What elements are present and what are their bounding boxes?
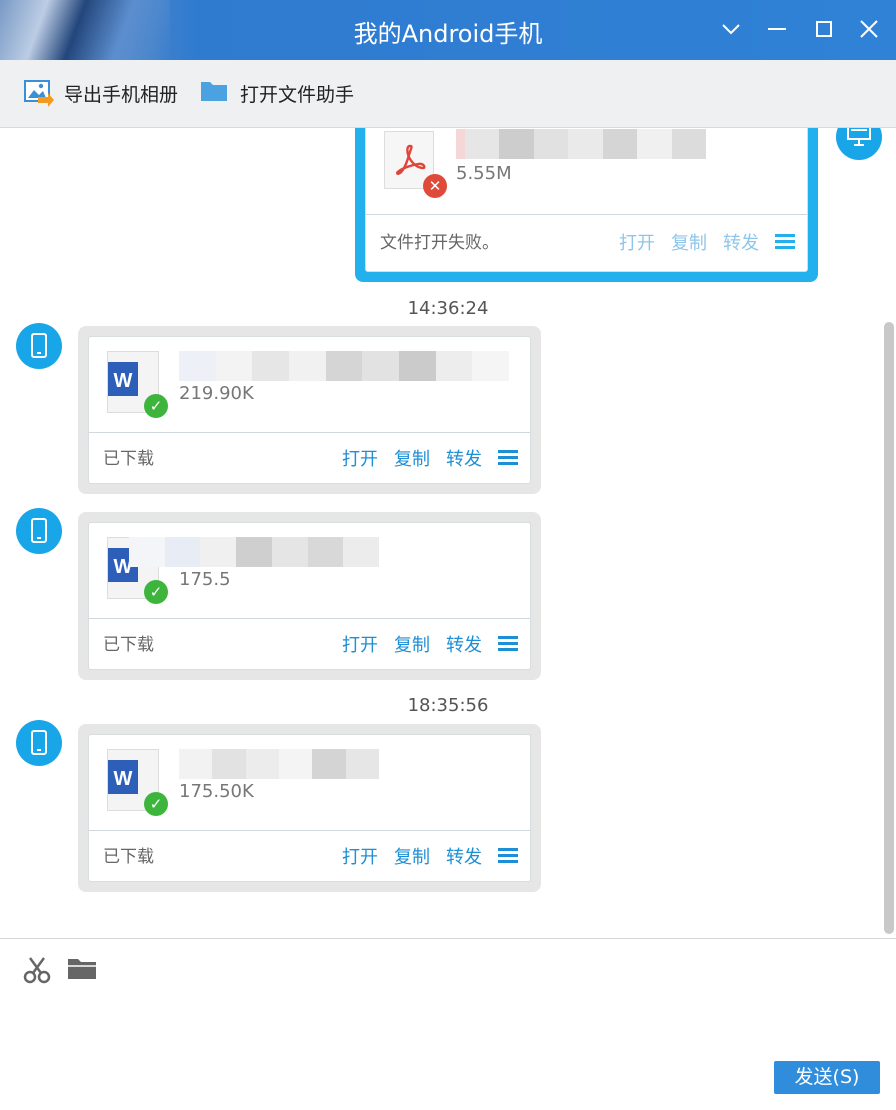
- copy-link[interactable]: 复制: [394, 445, 430, 471]
- copy-link[interactable]: 复制: [671, 229, 707, 255]
- message-timestamp: 14:36:24: [407, 298, 489, 319]
- file-size: 5.55M: [456, 163, 512, 184]
- copy-link[interactable]: 复制: [394, 843, 430, 869]
- file-status: 已下载: [103, 449, 154, 469]
- downloaded-check-icon: ✓: [144, 792, 168, 816]
- file-card[interactable]: W ✓ 175.5 已下载 打开 复制 转发: [88, 522, 531, 670]
- chat-area[interactable]: ✕ 5.55M 文件打开失败。 打开 复制 转发 14:36:24 W ✓ 21…: [0, 128, 896, 938]
- title-bar: 我的Android手机: [0, 0, 896, 60]
- filename-redacted: [179, 749, 379, 779]
- filename-redacted: [179, 351, 510, 381]
- file-size: 175.5: [179, 569, 231, 590]
- file-status: 文件打开失败。: [380, 233, 499, 253]
- svg-text:W: W: [114, 370, 133, 392]
- message-timestamp: 18:35:56: [407, 695, 489, 716]
- open-link[interactable]: 打开: [342, 445, 378, 471]
- message-bubble: W ✓ 175.50K 已下载 打开 复制 转发: [78, 724, 541, 892]
- message-bubble: W ✓ 219.90K 已下载 打开 复制 转发: [78, 326, 541, 494]
- app-window: 我的Android手机 导出手机相册 打开文件助手 ✕ 5.55M 文件打开失败…: [0, 0, 896, 1110]
- downloaded-check-icon: ✓: [144, 580, 168, 604]
- toolbar: 导出手机相册 打开文件助手: [0, 60, 896, 128]
- filename-redacted: [129, 537, 380, 567]
- message-input-area[interactable]: 发送(S): [0, 938, 896, 1110]
- open-link[interactable]: 打开: [342, 631, 378, 657]
- open-file-helper-label: 打开文件助手: [240, 83, 355, 106]
- phone-avatar: [16, 323, 62, 369]
- menu-icon[interactable]: [498, 636, 518, 652]
- forward-link[interactable]: 转发: [446, 445, 482, 471]
- svg-text:W: W: [114, 768, 133, 790]
- photo-export-icon: [24, 79, 54, 107]
- phone-icon: [31, 333, 47, 358]
- phone-avatar: [16, 720, 62, 766]
- file-status: 已下载: [103, 635, 154, 655]
- maximize-button[interactable]: [809, 14, 839, 44]
- word-file-icon: W ✓: [107, 749, 168, 816]
- scissors-icon[interactable]: [22, 955, 52, 985]
- send-button[interactable]: 发送(S): [774, 1061, 880, 1094]
- file-size: 219.90K: [179, 383, 254, 404]
- message-bubble: ✕ 5.55M 文件打开失败。 打开 复制 转发: [355, 128, 818, 282]
- export-album-button[interactable]: 导出手机相册: [24, 78, 178, 108]
- minimize-button[interactable]: [762, 14, 792, 44]
- copy-link[interactable]: 复制: [394, 631, 430, 657]
- folder-icon: [200, 79, 230, 107]
- word-file-icon: W ✓: [107, 351, 168, 418]
- file-card[interactable]: W ✓ 219.90K 已下载 打开 复制 转发: [88, 336, 531, 484]
- phone-icon: [31, 518, 47, 543]
- open-file-helper-button[interactable]: 打开文件助手: [200, 78, 354, 108]
- error-badge-icon: ✕: [423, 174, 447, 198]
- folder-icon[interactable]: [67, 955, 97, 985]
- chat-scrollbar[interactable]: [884, 322, 894, 934]
- file-card[interactable]: W ✓ 175.50K 已下载 打开 复制 转发: [88, 734, 531, 882]
- filename-redacted: [456, 129, 707, 159]
- forward-link[interactable]: 转发: [446, 631, 482, 657]
- pdf-file-icon: ✕: [384, 131, 447, 198]
- pc-avatar: [836, 128, 882, 160]
- file-status: 已下载: [103, 847, 154, 867]
- message-bubble: W ✓ 175.5 已下载 打开 复制 转发: [78, 512, 541, 680]
- open-link[interactable]: 打开: [619, 229, 655, 255]
- downloaded-check-icon: ✓: [144, 394, 168, 418]
- phone-icon: [31, 730, 47, 755]
- menu-icon[interactable]: [775, 234, 795, 250]
- export-album-label: 导出手机相册: [64, 83, 179, 106]
- menu-icon[interactable]: [498, 450, 518, 466]
- menu-icon[interactable]: [498, 848, 518, 864]
- phone-avatar: [16, 508, 62, 554]
- chevron-down-icon[interactable]: [716, 14, 746, 44]
- forward-link[interactable]: 转发: [723, 229, 759, 255]
- close-button[interactable]: [854, 14, 884, 44]
- open-link[interactable]: 打开: [342, 843, 378, 869]
- forward-link[interactable]: 转发: [446, 843, 482, 869]
- monitor-icon: [847, 128, 871, 146]
- file-card[interactable]: ✕ 5.55M 文件打开失败。 打开 复制 转发: [365, 128, 808, 272]
- file-size: 175.50K: [179, 781, 254, 802]
